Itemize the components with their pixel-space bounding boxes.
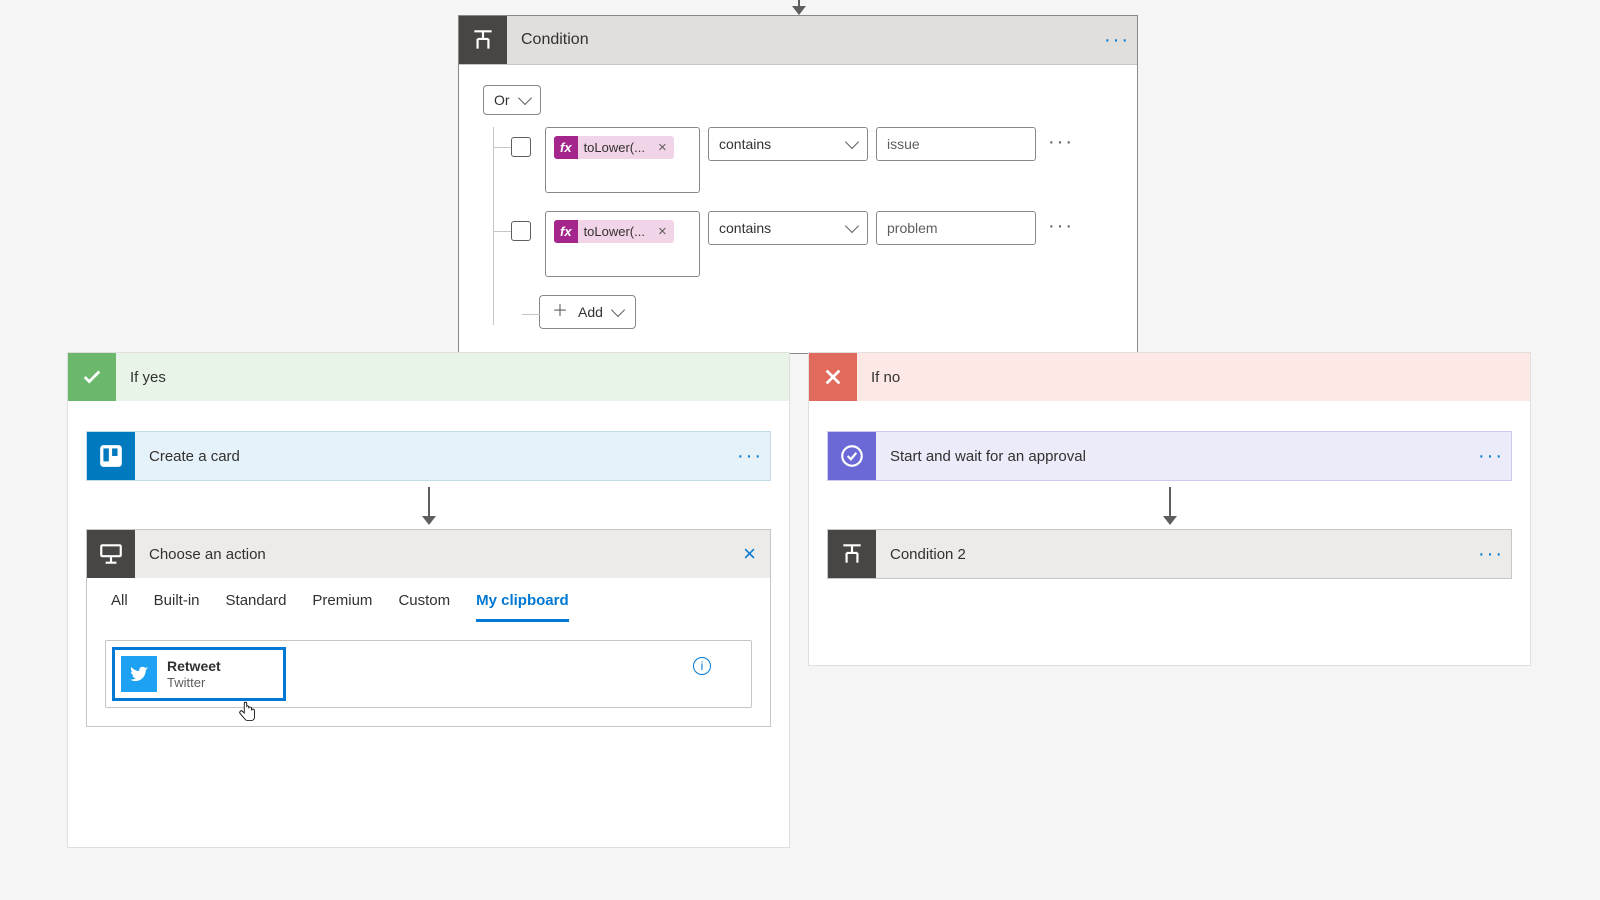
- value-input[interactable]: issue: [876, 127, 1036, 161]
- chevron-down-icon: [845, 219, 859, 233]
- left-operand-field[interactable]: fx toLower(... ×: [545, 211, 700, 277]
- if-no-header: If no: [809, 353, 1530, 401]
- condition-row: fx toLower(... × contains problem ···: [511, 211, 1113, 277]
- clipboard-item-retweet[interactable]: Retweet Twitter: [112, 647, 286, 701]
- token-remove-icon[interactable]: ×: [651, 221, 674, 242]
- action-menu-button[interactable]: ···: [1471, 445, 1511, 468]
- operator-dropdown[interactable]: contains: [708, 211, 868, 245]
- action-title: Create a card: [135, 448, 730, 465]
- twitter-icon: [121, 656, 157, 692]
- row-menu-button[interactable]: ···: [1044, 211, 1078, 242]
- close-icon[interactable]: ×: [729, 541, 770, 567]
- clip-item-subtitle: Twitter: [167, 675, 221, 691]
- logic-operator-label: Or: [494, 92, 510, 108]
- if-yes-title: If yes: [116, 369, 166, 386]
- condition-menu-button[interactable]: ···: [1097, 29, 1137, 52]
- row-checkbox[interactable]: [511, 137, 531, 157]
- condition-row: fx toLower(... × contains issue ···: [511, 127, 1113, 193]
- chevron-down-icon: [845, 135, 859, 149]
- expression-token: fx toLower(... ×: [554, 220, 674, 243]
- clip-item-title: Retweet: [167, 658, 221, 675]
- action-title: Condition 2: [876, 546, 1471, 563]
- tab-my-clipboard[interactable]: My clipboard: [476, 592, 569, 622]
- operator-value: contains: [719, 136, 771, 152]
- value-text: problem: [887, 220, 938, 236]
- add-label: Add: [578, 304, 603, 320]
- action-picker: Choose an action × All Built-in Standard…: [86, 529, 771, 727]
- plus-icon: ＋: [552, 304, 568, 320]
- if-yes-header: If yes: [68, 353, 789, 401]
- arrow-down-icon: [1169, 487, 1171, 523]
- operator-value: contains: [719, 220, 771, 236]
- arrow-into-condition: [798, 0, 800, 10]
- info-icon[interactable]: i: [693, 657, 711, 675]
- condition-body: Or fx toLower(... × contains: [459, 65, 1137, 353]
- token-remove-icon[interactable]: ×: [651, 137, 674, 158]
- approval-action[interactable]: Start and wait for an approval ···: [827, 431, 1512, 481]
- value-input[interactable]: problem: [876, 211, 1036, 245]
- picker-title: Choose an action: [135, 546, 729, 563]
- approval-icon: [828, 432, 876, 480]
- if-yes-branch: If yes Create a card ··· Choose an actio…: [67, 352, 790, 848]
- condition-card: Condition ··· Or fx toLower(... ×: [458, 15, 1138, 354]
- tab-all[interactable]: All: [111, 592, 128, 622]
- picker-header: Choose an action ×: [87, 530, 770, 578]
- action-menu-button[interactable]: ···: [730, 445, 770, 468]
- logic-operator-dropdown[interactable]: Or: [483, 85, 541, 115]
- tab-builtin[interactable]: Built-in: [154, 592, 200, 622]
- condition2-action[interactable]: Condition 2 ···: [827, 529, 1512, 579]
- chevron-down-icon: [517, 91, 531, 105]
- row-menu-button[interactable]: ···: [1044, 127, 1078, 158]
- if-no-branch: If no Start and wait for an approval ···…: [808, 352, 1531, 666]
- check-icon: [68, 353, 116, 401]
- condition-header: Condition ···: [459, 16, 1137, 65]
- arrow-down-icon: [428, 487, 430, 523]
- condition-icon: [828, 530, 876, 578]
- operator-dropdown[interactable]: contains: [708, 127, 868, 161]
- create-card-action[interactable]: Create a card ···: [86, 431, 771, 481]
- action-title: Start and wait for an approval: [876, 448, 1471, 465]
- picker-tabs: All Built-in Standard Premium Custom My …: [87, 578, 770, 622]
- token-label: toLower(...: [578, 136, 651, 159]
- condition-icon: [459, 16, 507, 64]
- row-checkbox[interactable]: [511, 221, 531, 241]
- fx-icon: fx: [554, 136, 578, 159]
- clipboard-list: Retweet Twitter i: [105, 640, 752, 708]
- value-text: issue: [887, 136, 920, 152]
- condition-title: Condition: [507, 31, 1097, 49]
- left-operand-field[interactable]: fx toLower(... ×: [545, 127, 700, 193]
- x-icon: [809, 353, 857, 401]
- if-no-title: If no: [857, 369, 900, 386]
- fx-icon: fx: [554, 220, 578, 243]
- chevron-down-icon: [611, 303, 625, 317]
- tab-standard[interactable]: Standard: [226, 592, 287, 622]
- condition-tree-line: [493, 127, 494, 325]
- expression-token: fx toLower(... ×: [554, 136, 674, 159]
- action-placeholder-icon: [87, 530, 135, 578]
- tab-premium[interactable]: Premium: [312, 592, 372, 622]
- token-label: toLower(...: [578, 220, 651, 243]
- tab-custom[interactable]: Custom: [398, 592, 450, 622]
- trello-icon: [87, 432, 135, 480]
- add-condition-button[interactable]: ＋ Add: [539, 295, 636, 329]
- action-menu-button[interactable]: ···: [1471, 543, 1511, 566]
